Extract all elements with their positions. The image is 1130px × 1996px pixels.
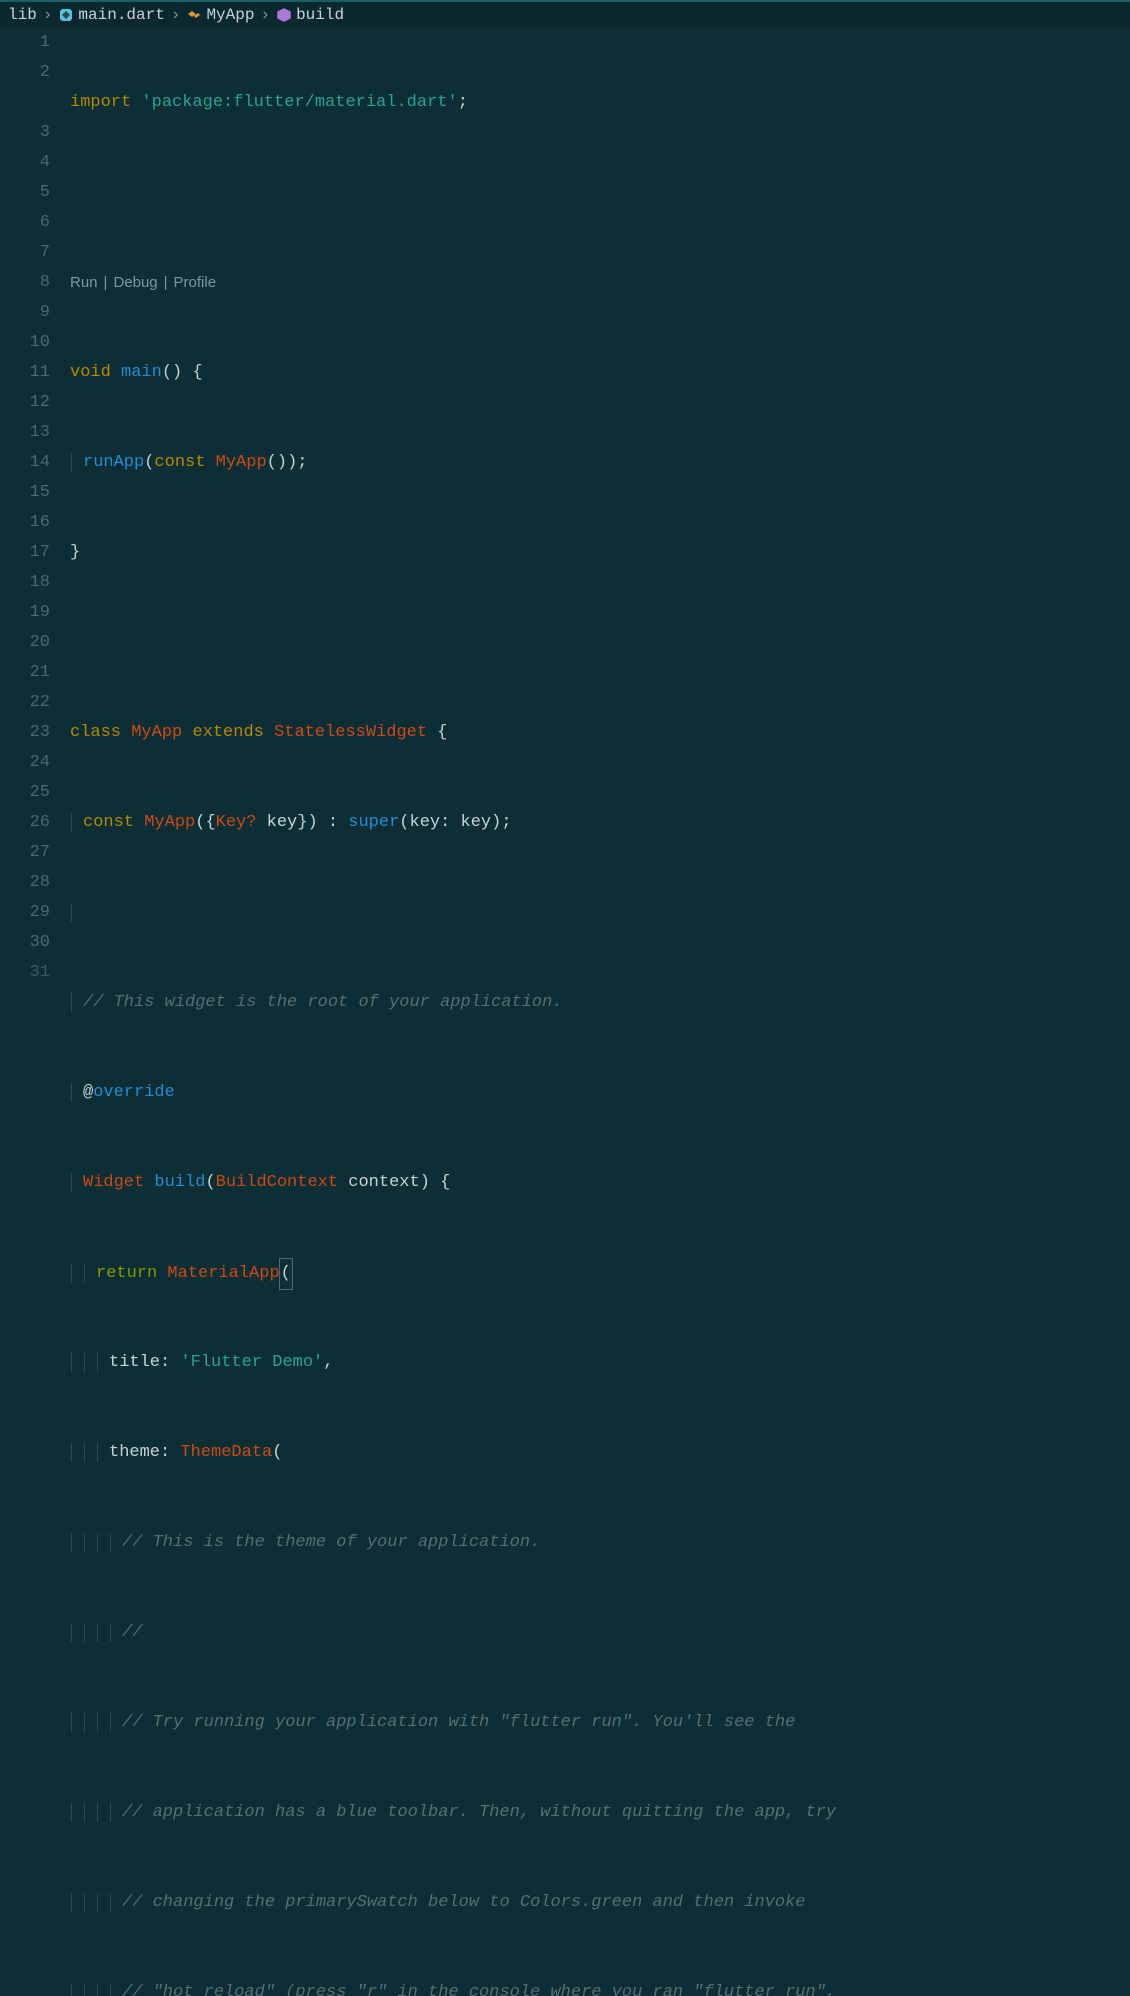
line-number: 18: [0, 568, 50, 598]
line-number: 30: [0, 928, 50, 958]
code-line: // "hot reload" (press "r" in the consol…: [70, 1978, 1130, 1996]
line-number: 10: [0, 328, 50, 358]
line-number: 24: [0, 748, 50, 778]
chevron-right-icon: ›: [260, 6, 270, 24]
breadcrumb-label: main.dart: [78, 6, 164, 24]
line-number: 2: [0, 58, 50, 88]
code-area[interactable]: import 'package:flutter/material.dart'; …: [70, 28, 1130, 1996]
line-number: 14: [0, 448, 50, 478]
code-line: [70, 898, 1130, 928]
breadcrumb-file[interactable]: main.dart: [58, 6, 164, 24]
breadcrumb-class[interactable]: MyApp: [186, 6, 254, 24]
line-number: 26: [0, 808, 50, 838]
line-number: 21: [0, 658, 50, 688]
code-line: // Try running your application with "fl…: [70, 1708, 1130, 1738]
code-line: // changing the primarySwatch below to C…: [70, 1888, 1130, 1918]
line-number: 22: [0, 688, 50, 718]
code-line: // This widget is the root of your appli…: [70, 988, 1130, 1018]
codelens-debug[interactable]: Debug: [113, 268, 157, 298]
code-line: // application has a blue toolbar. Then,…: [70, 1798, 1130, 1828]
class-icon: [186, 7, 202, 23]
line-number: 7: [0, 238, 50, 268]
code-line: void main() {: [70, 358, 1130, 388]
line-number: [0, 88, 50, 118]
line-number: 28: [0, 868, 50, 898]
code-line: theme: ThemeData(: [70, 1438, 1130, 1468]
chevron-right-icon: ›: [43, 6, 53, 24]
line-number: 29: [0, 898, 50, 928]
code-line: Widget build(BuildContext context) {: [70, 1168, 1130, 1198]
line-number: 31: [0, 958, 50, 988]
code-line: import 'package:flutter/material.dart';: [70, 88, 1130, 118]
line-number: 4: [0, 148, 50, 178]
method-icon: [276, 7, 292, 23]
line-number: 8: [0, 268, 50, 298]
breadcrumb-label: build: [296, 6, 344, 24]
code-line: class MyApp extends StatelessWidget {: [70, 718, 1130, 748]
line-number: 5: [0, 178, 50, 208]
chevron-right-icon: ›: [171, 6, 181, 24]
code-line: // This is the theme of your application…: [70, 1528, 1130, 1558]
line-number: 9: [0, 298, 50, 328]
line-number: 19: [0, 598, 50, 628]
code-line: [70, 628, 1130, 658]
line-number: 20: [0, 628, 50, 658]
code-line: //: [70, 1618, 1130, 1648]
line-gutter: 1 2 3 4 5 6 7 8 9 10 11 12 13 14 15 16 1…: [0, 28, 70, 1996]
codelens: Run|Debug|Profile: [70, 268, 1130, 298]
line-number: 11: [0, 358, 50, 388]
code-line: const MyApp({Key? key}) : super(key: key…: [70, 808, 1130, 838]
codelens-profile[interactable]: Profile: [174, 268, 217, 298]
line-number: 27: [0, 838, 50, 868]
code-line: @override: [70, 1078, 1130, 1108]
line-number: 13: [0, 418, 50, 448]
breadcrumb: lib › main.dart › MyApp › build: [0, 0, 1130, 28]
breadcrumb-lib[interactable]: lib: [8, 6, 37, 24]
code-line: return MaterialApp(: [70, 1258, 1130, 1288]
breadcrumb-label: lib: [8, 6, 37, 24]
line-number: 23: [0, 718, 50, 748]
dart-icon: [58, 7, 74, 23]
code-line: runApp(const MyApp());: [70, 448, 1130, 478]
code-line: [70, 178, 1130, 208]
line-number: 15: [0, 478, 50, 508]
codelens-run[interactable]: Run: [70, 268, 98, 298]
code-editor[interactable]: 1 2 3 4 5 6 7 8 9 10 11 12 13 14 15 16 1…: [0, 28, 1130, 1996]
line-number: 17: [0, 538, 50, 568]
line-number: 1: [0, 28, 50, 58]
breadcrumb-label: MyApp: [206, 6, 254, 24]
line-number: 25: [0, 778, 50, 808]
code-line: title: 'Flutter Demo',: [70, 1348, 1130, 1378]
line-number: 6: [0, 208, 50, 238]
line-number: 3: [0, 118, 50, 148]
code-line: }: [70, 538, 1130, 568]
line-number: 12: [0, 388, 50, 418]
line-number: 16: [0, 508, 50, 538]
breadcrumb-method[interactable]: build: [276, 6, 344, 24]
